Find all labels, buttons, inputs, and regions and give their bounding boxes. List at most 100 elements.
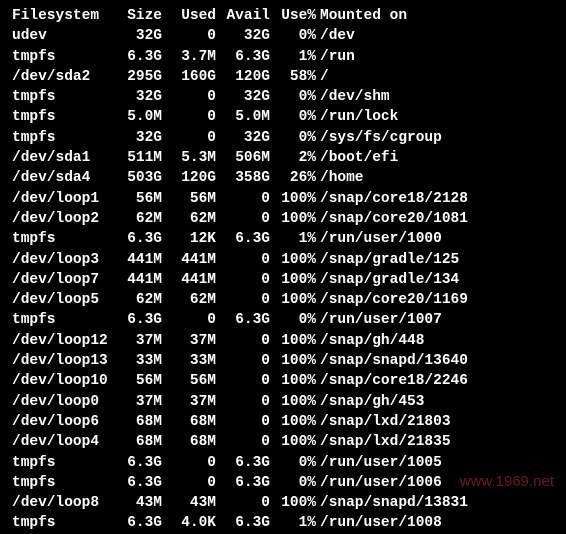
df-data-row: tmpfs6.3G06.3G0%/run/user/1005	[12, 453, 554, 473]
cell-used: 0	[162, 87, 216, 107]
header-mounted: Mounted on	[316, 6, 407, 26]
cell-filesystem: /dev/loop1	[12, 189, 108, 209]
cell-size: 43M	[108, 493, 162, 513]
df-data-row: tmpfs6.3G06.3G0%/run/user/1006	[12, 473, 554, 493]
cell-avail: 0	[216, 371, 270, 391]
cell-usepercent: 100%	[270, 270, 316, 290]
cell-size: 32G	[108, 87, 162, 107]
cell-usepercent: 58%	[270, 67, 316, 87]
cell-avail: 32G	[216, 26, 270, 46]
header-usepercent: Use%	[270, 6, 316, 26]
df-data-row: /dev/loop562M62M0100%/snap/core20/1169	[12, 290, 554, 310]
df-header-row: FilesystemSizeUsedAvailUse%Mounted on	[12, 6, 554, 26]
cell-used: 68M	[162, 432, 216, 452]
cell-usepercent: 0%	[270, 473, 316, 493]
cell-mounted: /snap/snapd/13831	[316, 493, 468, 513]
df-data-row: /dev/loop262M62M0100%/snap/core20/1081	[12, 209, 554, 229]
cell-filesystem: /dev/loop2	[12, 209, 108, 229]
cell-used: 160G	[162, 67, 216, 87]
cell-filesystem: /dev/loop3	[12, 250, 108, 270]
cell-mounted: /run/user/1006	[316, 473, 442, 493]
df-data-row: /dev/loop843M43M0100%/snap/snapd/13831	[12, 493, 554, 513]
header-filesystem: Filesystem	[12, 6, 108, 26]
cell-size: 5.0M	[108, 107, 162, 127]
cell-avail: 506M	[216, 148, 270, 168]
cell-mounted: /run/user/1007	[316, 310, 442, 330]
cell-usepercent: 1%	[270, 513, 316, 533]
cell-used: 0	[162, 128, 216, 148]
cell-filesystem: /dev/loop10	[12, 371, 108, 391]
cell-used: 5.3M	[162, 148, 216, 168]
cell-usepercent: 100%	[270, 392, 316, 412]
cell-usepercent: 100%	[270, 331, 316, 351]
df-data-row: /dev/sda2295G160G120G58%/	[12, 67, 554, 87]
cell-filesystem: /dev/sda1	[12, 148, 108, 168]
cell-size: 6.3G	[108, 473, 162, 493]
cell-filesystem: tmpfs	[12, 107, 108, 127]
cell-used: 56M	[162, 371, 216, 391]
df-data-row: tmpfs6.3G4.0K6.3G1%/run/user/1008	[12, 513, 554, 533]
cell-avail: 6.3G	[216, 229, 270, 249]
cell-filesystem: tmpfs	[12, 310, 108, 330]
cell-filesystem: tmpfs	[12, 473, 108, 493]
cell-filesystem: /dev/loop8	[12, 493, 108, 513]
cell-mounted: /snap/core20/1081	[316, 209, 468, 229]
cell-used: 12K	[162, 229, 216, 249]
cell-mounted: /dev/shm	[316, 87, 390, 107]
cell-filesystem: tmpfs	[12, 453, 108, 473]
cell-size: 6.3G	[108, 310, 162, 330]
cell-used: 441M	[162, 270, 216, 290]
cell-avail: 6.3G	[216, 47, 270, 67]
cell-used: 4.0K	[162, 513, 216, 533]
cell-used: 0	[162, 453, 216, 473]
cell-usepercent: 100%	[270, 412, 316, 432]
header-size: Size	[108, 6, 162, 26]
cell-size: 62M	[108, 290, 162, 310]
df-data-row: /dev/sda1511M5.3M506M2%/boot/efi	[12, 148, 554, 168]
cell-avail: 32G	[216, 87, 270, 107]
cell-avail: 0	[216, 493, 270, 513]
cell-size: 32G	[108, 128, 162, 148]
cell-mounted: /snap/snapd/13640	[316, 351, 468, 371]
cell-avail: 0	[216, 189, 270, 209]
cell-avail: 0	[216, 331, 270, 351]
cell-avail: 6.3G	[216, 473, 270, 493]
cell-usepercent: 100%	[270, 209, 316, 229]
cell-mounted: /snap/gh/453	[316, 392, 424, 412]
cell-filesystem: /dev/sda2	[12, 67, 108, 87]
cell-usepercent: 1%	[270, 47, 316, 67]
cell-filesystem: /dev/sda4	[12, 168, 108, 188]
cell-avail: 6.3G	[216, 310, 270, 330]
cell-mounted: /snap/core18/2246	[316, 371, 468, 391]
cell-filesystem: tmpfs	[12, 47, 108, 67]
cell-used: 0	[162, 473, 216, 493]
cell-used: 43M	[162, 493, 216, 513]
df-data-row: tmpfs32G032G0%/dev/shm	[12, 87, 554, 107]
cell-size: 56M	[108, 189, 162, 209]
cell-size: 6.3G	[108, 513, 162, 533]
df-data-row: /dev/loop3441M441M0100%/snap/gradle/125	[12, 250, 554, 270]
cell-filesystem: /dev/loop4	[12, 432, 108, 452]
cell-avail: 0	[216, 290, 270, 310]
df-data-row: tmpfs6.3G12K6.3G1%/run/user/1000	[12, 229, 554, 249]
cell-size: 68M	[108, 412, 162, 432]
cell-size: 441M	[108, 270, 162, 290]
cell-usepercent: 0%	[270, 128, 316, 148]
df-data-row: /dev/loop668M68M0100%/snap/lxd/21803	[12, 412, 554, 432]
cell-mounted: /snap/core20/1169	[316, 290, 468, 310]
cell-avail: 0	[216, 209, 270, 229]
df-output-table: FilesystemSizeUsedAvailUse%Mounted onude…	[12, 6, 554, 534]
cell-used: 33M	[162, 351, 216, 371]
cell-filesystem: tmpfs	[12, 513, 108, 533]
cell-mounted: /run/lock	[316, 107, 398, 127]
df-data-row: udev32G032G0%/dev	[12, 26, 554, 46]
cell-avail: 0	[216, 392, 270, 412]
cell-used: 56M	[162, 189, 216, 209]
cell-filesystem: /dev/loop12	[12, 331, 108, 351]
cell-mounted: /boot/efi	[316, 148, 398, 168]
cell-size: 503G	[108, 168, 162, 188]
cell-usepercent: 100%	[270, 189, 316, 209]
cell-usepercent: 100%	[270, 290, 316, 310]
cell-size: 6.3G	[108, 47, 162, 67]
cell-usepercent: 100%	[270, 351, 316, 371]
